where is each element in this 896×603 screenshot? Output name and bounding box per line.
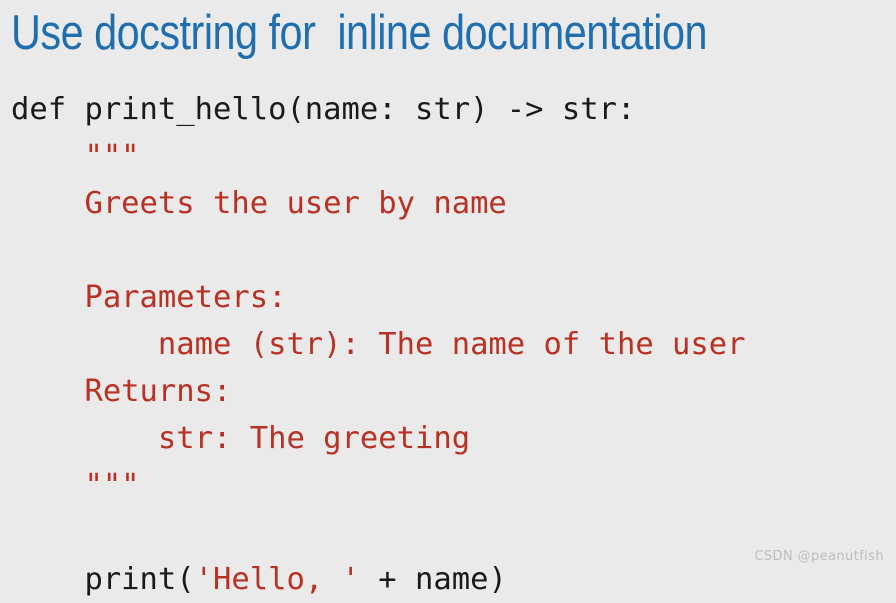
code-token-doc: Returns:: [11, 374, 232, 409]
code-line: """: [11, 462, 896, 509]
page-title: Use docstring for inline documentation: [11, 6, 708, 60]
code-block: def print_hello(name: str) -> str: """ G…: [11, 86, 896, 603]
code-token-plain: print(: [11, 562, 195, 597]
code-token-doc: str: The greeting: [11, 421, 471, 456]
code-token-doc: Parameters:: [11, 280, 287, 315]
code-line: """: [11, 133, 896, 180]
code-line: def print_hello(name: str) -> str:: [11, 86, 896, 133]
code-token-doc: """: [11, 468, 140, 503]
code-token-string: 'Hello, ': [194, 562, 360, 597]
code-line: Parameters:: [11, 274, 896, 321]
code-token-plain: + name): [359, 562, 507, 597]
code-token-plain: def print_hello(name: str) -> str:: [11, 92, 636, 127]
code-line: Returns:: [11, 368, 896, 415]
slide-canvas: Use docstring for inline documentation d…: [0, 0, 896, 597]
code-token-doc: name (str): The name of the user: [11, 327, 746, 362]
watermark: CSDN @peanutfish: [754, 549, 884, 564]
code-line: name (str): The name of the user: [11, 321, 896, 368]
code-line: Greets the user by name: [11, 180, 896, 227]
code-token-doc: """: [11, 139, 140, 174]
code-token-doc: Greets the user by name: [11, 186, 507, 221]
code-line: str: The greeting: [11, 415, 896, 462]
